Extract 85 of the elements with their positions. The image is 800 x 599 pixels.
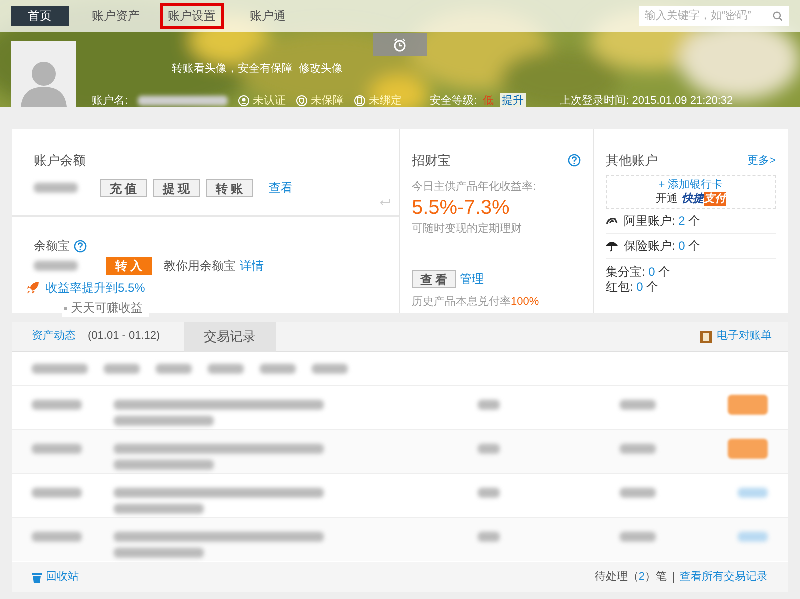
rate-value: 5.5%-7.3%: [412, 196, 511, 221]
search-field[interactable]: 输入关键字，如“密码”: [639, 6, 789, 26]
upgrade-link[interactable]: 提升: [500, 93, 526, 107]
manage-link[interactable]: 管理: [460, 270, 484, 288]
more-link[interactable]: 更多>: [748, 152, 776, 169]
blurred-text: [32, 364, 88, 374]
balance-title: 账户余额: [34, 152, 87, 170]
avatar: [11, 41, 76, 107]
last-login: 上次登录时间: 2015.01.09 21:20:32: [560, 94, 734, 107]
balance-button[interactable]: 提 现: [153, 178, 200, 196]
security-label: 安全等级:: [430, 94, 478, 107]
promo-link[interactable]: 收益率提升到5.5%: [46, 279, 146, 297]
view-button[interactable]: 查 看: [412, 270, 456, 288]
view-link[interactable]: 查看: [269, 178, 293, 196]
security-level: 低: [483, 94, 494, 107]
phone-icon: [354, 95, 366, 107]
account-count-text: 阿里账户: 2 个: [624, 212, 701, 230]
balance-button[interactable]: 转 账: [206, 178, 253, 196]
tagline: 转账看头像，安全有保障: [172, 62, 293, 77]
alarm-button[interactable]: [373, 33, 427, 56]
blurred-text: [478, 532, 500, 542]
add-card-link[interactable]: + 添加银行卡: [658, 178, 724, 192]
blurred-text: [260, 364, 296, 374]
return-icon[interactable]: [379, 199, 391, 207]
blurred-text: [620, 488, 656, 498]
blurred-text: [620, 400, 656, 410]
trash-icon[interactable]: [32, 572, 42, 582]
rate-description: 可随时变现的定期理财: [412, 222, 523, 237]
account-count-text: 集分宝: 0 个: [606, 264, 671, 280]
zhaocaibao-title: 招财宝: [412, 152, 451, 170]
nav-tab[interactable]: 首页: [11, 6, 69, 26]
umbrella-icon: [606, 240, 618, 252]
details-link[interactable]: 详情: [240, 257, 264, 275]
blurred-text: [34, 261, 78, 271]
transfer-in-button[interactable]: 转 入: [106, 257, 152, 275]
bullet-icon: [64, 306, 67, 310]
change-avatar-link[interactable]: 修改头像: [299, 61, 343, 78]
yuebao-hint: 教你用余额宝: [164, 258, 236, 275]
pending-text: 待处理（2）笔: [594, 570, 667, 585]
account-label: 账户名:: [92, 94, 128, 107]
blurred-text: [478, 400, 500, 410]
blurred-text: [34, 182, 78, 192]
blurred-text: [208, 364, 244, 374]
blurred-text: [478, 444, 500, 454]
history-text: 历史产品本息兑付率100%: [412, 294, 540, 310]
nav-tab[interactable]: 账户设置: [163, 6, 221, 26]
yuebao-title: 余额宝: [34, 238, 70, 255]
document-icon: [700, 330, 712, 342]
blurred-text: [620, 444, 656, 454]
blurred-text: [32, 532, 82, 542]
account-count-text: 红包: 0 个: [606, 280, 659, 294]
status-link[interactable]: 未认证: [253, 93, 286, 107]
other-accounts-title: 其他账户: [606, 152, 658, 170]
status-link[interactable]: 未保障: [311, 93, 344, 107]
action-button[interactable]: [728, 395, 768, 415]
blurred-text: [32, 444, 82, 454]
ali-logo-icon: [606, 216, 618, 224]
alarm-clock-icon: [393, 38, 407, 52]
blurred-text: [312, 364, 348, 374]
rate-label: 今日主供产品年化收益率:: [412, 180, 538, 194]
blurred-text: [104, 364, 140, 374]
open-label: 开通: [656, 192, 678, 206]
records-tab[interactable]: 交易记录: [184, 322, 276, 352]
tip-text: 天天可赚收益: [71, 300, 143, 317]
date-range: (01.01 - 01.12): [88, 329, 160, 344]
recycle-bin-link[interactable]: 回收站: [46, 568, 79, 586]
help-icon[interactable]: [74, 240, 87, 252]
search-icon[interactable]: [773, 10, 783, 22]
rocket-icon: [26, 281, 40, 295]
account-count-text: 保险账户: 0 个: [624, 238, 701, 254]
records-tab[interactable]: 资产动态: [32, 322, 76, 352]
statement-link[interactable]: 电子对账单: [717, 328, 772, 345]
blurred-text: [478, 488, 500, 498]
blurred-text: [620, 532, 656, 542]
blurred-text: [32, 400, 82, 410]
blurred-text: [32, 488, 82, 498]
nav-tab[interactable]: 账户通: [239, 6, 297, 26]
person-icon: [238, 95, 250, 107]
blurred-text: [156, 364, 192, 374]
all-records-link[interactable]: 查看所有交易记录: [680, 568, 768, 586]
nav-tab[interactable]: 账户资产: [87, 6, 145, 26]
action-button[interactable]: [728, 439, 768, 459]
balance-button[interactable]: 充 值: [100, 178, 147, 196]
shield-icon: [296, 95, 308, 107]
help-icon[interactable]: [568, 154, 581, 168]
